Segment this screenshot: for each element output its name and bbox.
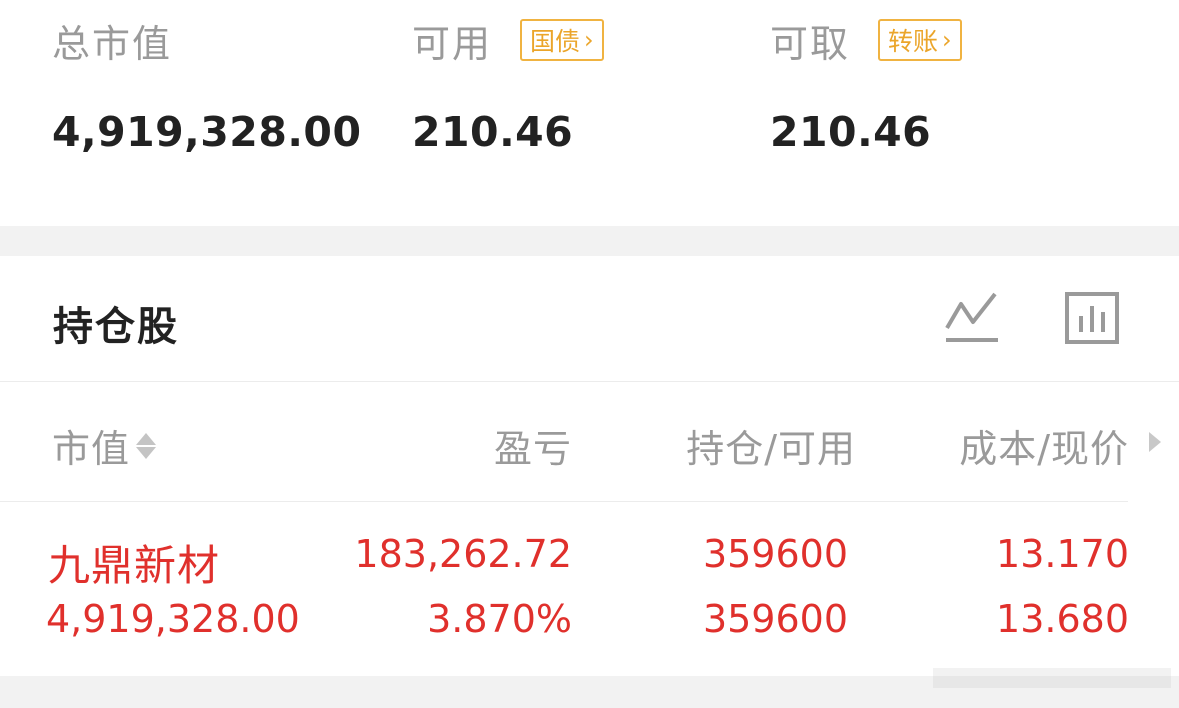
column-cost-price[interactable]: 成本/现价 [959,418,1129,473]
holding-row[interactable]: 九鼎新材 4,919,328.00 183,262.72 3.870% 3596… [0,502,1179,676]
holdings-panel: 持仓股 市值 盈亏 持仓/可用 成本/现价 九鼎新材 4,919,328.00 … [0,256,1179,676]
holdings-title: 持仓股 [53,304,179,350]
sort-icon[interactable] [136,432,157,459]
treasury-bond-label: 国债 [530,27,581,56]
stock-position: 359600 [702,532,848,576]
scroll-right-icon[interactable] [1149,432,1161,452]
account-summary: 总市值 4,919,328.00 可用 国债 › 210.46 可取 转账 › … [0,0,1179,226]
watermark [933,664,1171,692]
chevron-right-icon: › [584,26,594,54]
treasury-bond-button[interactable]: 国债 › [520,19,604,61]
stock-name: 九鼎新材 [48,541,221,590]
withdrawable-label: 可取 [770,21,851,66]
column-profit-loss[interactable]: 盈亏 [494,418,572,473]
column-market-value[interactable]: 市值 [52,418,157,473]
transfer-label: 转账 [888,27,939,56]
trend-chart-icon[interactable] [943,290,1001,348]
available-value: 210.46 [412,108,574,156]
stock-available: 359600 [702,597,848,641]
stock-market-value: 4,919,328.00 [46,597,300,641]
chevron-right-icon: › [942,26,952,54]
stock-profit-loss: 183,262.72 [354,532,572,576]
withdrawable-value: 210.46 [770,108,932,156]
total-market-value-label: 总市值 [52,21,173,66]
holdings-header: 持仓股 [0,256,1179,382]
available-label: 可用 [412,21,493,66]
stock-profit-loss-pct: 3.870% [427,597,572,641]
stock-cost: 13.170 [996,532,1129,576]
stock-price: 13.680 [996,597,1129,641]
bar-chart-icon[interactable] [1064,290,1122,348]
transfer-button[interactable]: 转账 › [878,19,962,61]
column-market-value-label: 市值 [52,427,131,471]
total-market-value: 4,919,328.00 [52,108,362,156]
column-position-available[interactable]: 持仓/可用 [686,418,856,473]
holdings-column-header: 市值 盈亏 持仓/可用 成本/现价 [0,382,1179,502]
